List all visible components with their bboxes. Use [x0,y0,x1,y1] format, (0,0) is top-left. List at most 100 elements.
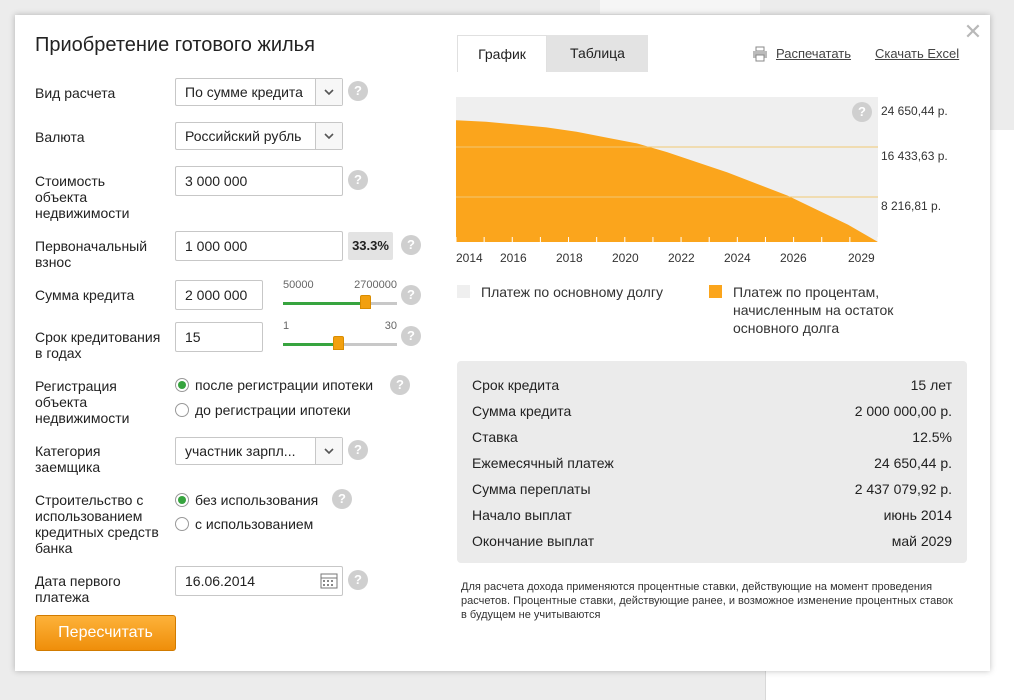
registration-option-before[interactable]: до регистрации ипотеки [175,402,351,418]
x-tick-label: 2026 [780,251,807,265]
summary-row: Начало выплат июнь 2014 [472,502,952,528]
legend-label: Платеж по основному долгу [481,284,663,300]
summary-key: Окончание выплат [472,533,595,549]
summary-row: Сумма переплаты 2 437 079,92 р. [472,476,952,502]
summary-row: Ежемесячный платеж 24 650,44 р. [472,450,952,476]
construction-label: Строительство с использованием кредитных… [35,492,159,556]
loan-amount-input[interactable]: 2 000 000 [175,280,263,310]
first-payment-date-input[interactable]: 16.06.2014 [175,566,343,596]
summary-key: Срок кредита [472,377,560,393]
loan-term-slider[interactable]: 1 30 [283,320,397,353]
x-tick-label: 2018 [556,251,583,265]
registration-label: Регистрация объекта недвижимости [35,378,130,426]
slider-min-label: 50000 [283,279,314,291]
date-value: 16.06.2014 [185,573,256,589]
summary-value: 24 650,44 р. [874,455,952,471]
slider-fill [283,343,338,346]
x-tick-label: 2022 [668,251,695,265]
calc-type-select[interactable]: По сумме кредита [175,78,343,106]
summary-value: май 2029 [891,533,952,549]
loan-amount-label: Сумма кредита [35,287,135,303]
currency-value: Российский рубль [185,128,302,144]
dialog-title: Приобретение готового жилья [35,34,315,56]
x-tick-label: 2029 [848,251,875,265]
summary-value: 12.5% [912,429,952,445]
radio-label: без использования [195,492,319,508]
background-strip [600,0,760,14]
currency-select[interactable]: Российский рубль [175,122,343,150]
summary-row: Окончание выплат май 2029 [472,528,952,554]
summary-row: Срок кредита 15 лет [472,372,952,398]
radio-label: до регистрации ипотеки [195,402,351,418]
y-tick-label: 24 650,44 р. [881,104,948,118]
loan-amount-slider[interactable]: 50000 2700000 [283,279,397,312]
help-icon[interactable]: ? [348,440,368,460]
x-tick-label: 2024 [724,251,751,265]
y-tick-label: 8 216,81 р. [881,199,942,213]
calc-type-value: По сумме кредита [185,84,303,100]
chevron-down-icon [315,79,342,105]
borrower-category-label: Категория заемщика [35,443,101,475]
summary-key: Начало выплат [472,507,572,523]
legend-swatch [457,285,470,298]
radio-unselected [175,403,189,417]
radio-unselected [175,517,189,531]
down-payment-label: Первоначальный взнос [35,238,148,270]
disclaimer-note: Для расчета дохода применяются процентны… [461,581,953,621]
radio-label: с использованием [195,516,314,532]
help-icon[interactable]: ? [852,102,872,122]
close-icon[interactable]: ✕ [962,21,984,43]
legend-swatch [709,285,722,298]
y-tick-label: 16 433,63 р. [881,149,948,163]
x-tick-label: 2014 [456,251,483,265]
x-tick-label: 2020 [612,251,639,265]
tab-table[interactable]: Таблица [547,35,648,72]
help-icon[interactable]: ? [332,489,352,509]
summary-key: Ежемесячный платеж [472,455,614,471]
summary-key: Сумма кредита [472,403,572,419]
help-icon[interactable]: ? [390,375,410,395]
download-excel-link[interactable]: Скачать Excel [875,46,959,61]
registration-option-after[interactable]: после регистрации ипотеки [175,377,373,393]
property-cost-input[interactable]: 3 000 000 [175,166,343,196]
print-link[interactable]: Распечатать [776,46,851,61]
down-payment-input[interactable]: 1 000 000 [175,231,343,261]
help-icon[interactable]: ? [401,285,421,305]
legend-label: Платеж по процентам, начисленным на оста… [733,284,894,336]
summary-value: 15 лет [910,377,952,393]
first-payment-date-label: Дата первого платежа [35,573,121,605]
slider-max-label: 2700000 [354,279,397,291]
radio-selected [175,493,189,507]
slider-handle[interactable] [332,336,344,350]
slider-max-label: 30 [384,320,397,332]
currency-label: Валюта [35,129,85,145]
radio-selected [175,378,189,392]
help-icon[interactable]: ? [348,170,368,190]
tab-chart[interactable]: График [457,35,547,72]
loan-summary-panel: Срок кредита 15 лет Сумма кредита 2 000 000… [457,361,967,563]
chevron-down-icon [315,123,342,149]
calendar-icon[interactable] [316,567,342,595]
property-cost-label: Стоимость объекта недвижимости [35,173,130,221]
borrower-category-value: участник зарпл... [185,443,296,459]
printer-icon[interactable] [752,46,768,67]
help-icon[interactable]: ? [401,235,421,255]
mortgage-calculator-dialog: ✕ Приобретение готового жилья Вид расчет… [15,15,990,671]
summary-key: Ставка [472,429,518,445]
slider-handle[interactable] [360,295,372,309]
down-payment-percent-badge: 33.3% [348,232,393,260]
loan-term-input[interactable]: 15 [175,322,263,352]
radio-label: после регистрации ипотеки [195,377,374,393]
help-icon[interactable]: ? [401,326,421,346]
recalculate-button[interactable]: Пересчитать [35,615,176,651]
payment-chart [456,97,878,242]
help-icon[interactable]: ? [348,570,368,590]
slider-fill [283,302,366,305]
construction-option-with[interactable]: с использованием [175,516,313,532]
borrower-category-select[interactable]: участник зарпл... [175,437,343,465]
loan-term-label: Срок кредитования в годах [35,329,161,361]
help-icon[interactable]: ? [348,81,368,101]
construction-option-without[interactable]: без использования [175,492,318,508]
summary-value: 2 437 079,92 р. [854,481,952,497]
summary-key: Сумма переплаты [472,481,591,497]
